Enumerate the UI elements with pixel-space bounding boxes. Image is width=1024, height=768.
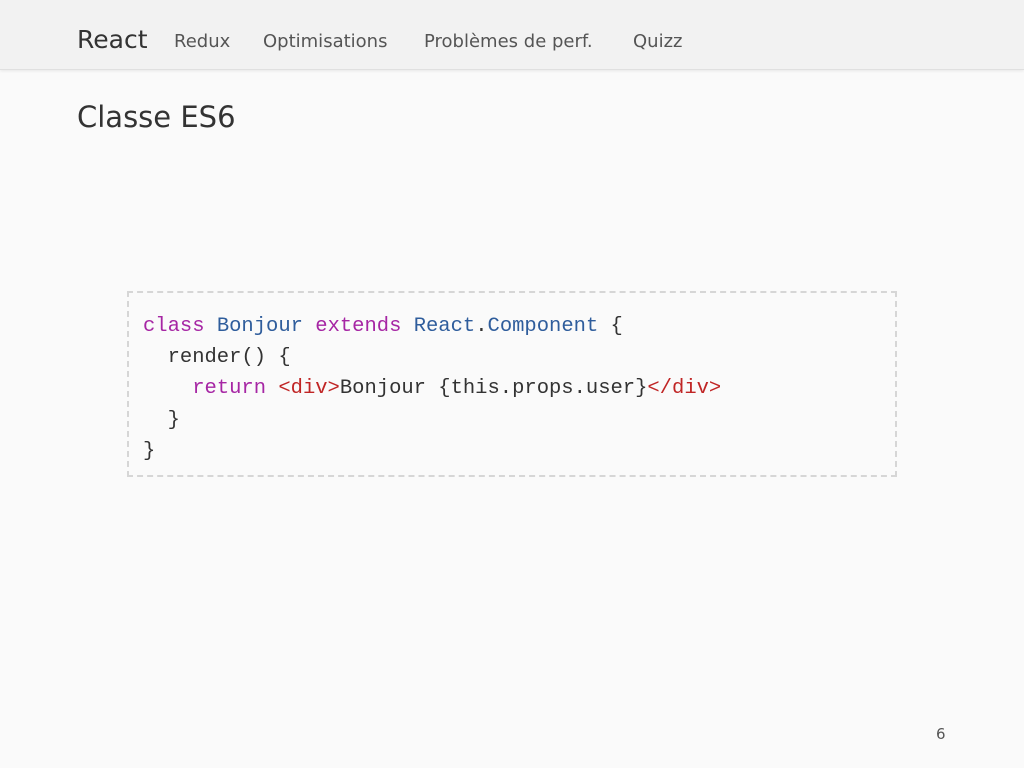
- code-line-5: }: [143, 439, 156, 463]
- code-block: class Bonjour extends React.Component { …: [127, 291, 897, 477]
- code-parent-class: Component: [487, 315, 599, 338]
- page-number: 6: [936, 725, 946, 743]
- code-class-name: Bonjour: [216, 315, 303, 338]
- code-parent-namespace: React: [413, 315, 476, 338]
- code-dot: .: [475, 315, 488, 338]
- nav-item-quizz[interactable]: Quizz: [633, 31, 682, 53]
- code-line-3: return <div>Bonjour {this.props.user}</d…: [143, 373, 721, 404]
- code-line-4: }: [143, 408, 180, 432]
- nav-item-optimisations[interactable]: Optimisations: [263, 31, 387, 53]
- code-jsx-text: Bonjour {this.props.user}: [339, 377, 648, 401]
- code-open-brace: {: [598, 315, 623, 338]
- code-keyword-class: class: [143, 315, 205, 338]
- nav-item-problemes-de-perf[interactable]: Problèmes de perf.: [424, 31, 593, 53]
- nav-item-redux[interactable]: Redux: [174, 31, 230, 53]
- nav-brand-react[interactable]: React: [77, 24, 148, 56]
- code-listing: class Bonjour extends React.Component { …: [143, 311, 721, 467]
- code-keyword-return: return: [192, 377, 267, 401]
- code-jsx-close-tag: </div>: [647, 377, 722, 401]
- navbar: React Redux Optimisations Problèmes de p…: [0, 0, 1024, 70]
- code-jsx-open-tag: <div>: [278, 377, 340, 401]
- code-line-2: render() {: [143, 346, 291, 370]
- code-keyword-extends: extends: [315, 315, 402, 338]
- slide-title: Classe ES6: [77, 100, 236, 134]
- code-line-1: class Bonjour extends React.Component {: [143, 311, 721, 342]
